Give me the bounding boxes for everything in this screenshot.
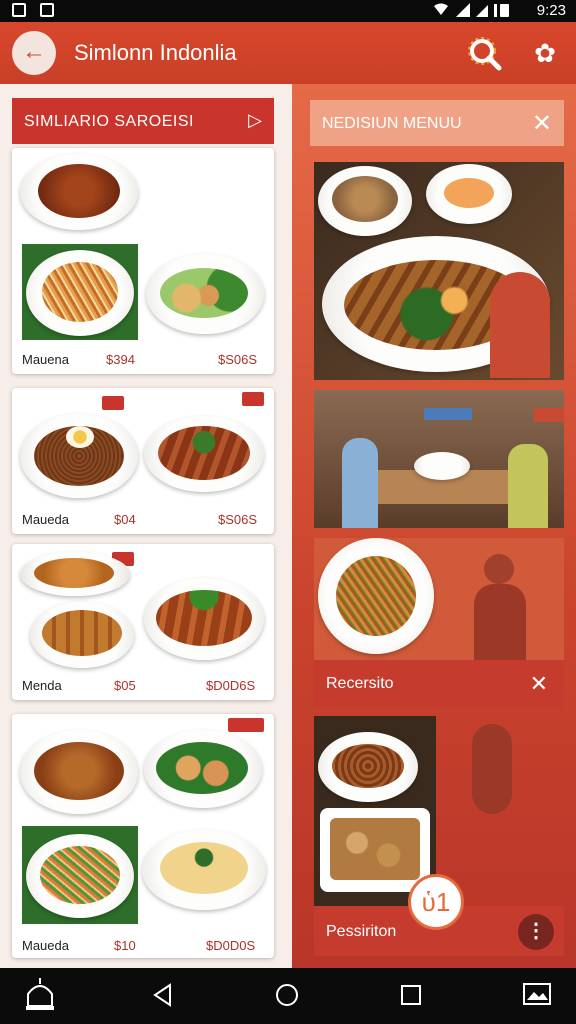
menu-header: NEDISIUN MENUU ✕	[310, 100, 564, 146]
dish-name: Mauena	[22, 352, 69, 367]
person-silhouette	[472, 724, 512, 814]
gallery-icon	[40, 3, 54, 17]
notification-icon	[12, 3, 26, 17]
nav-bar	[0, 968, 576, 1024]
dish-price-alt: $S06S	[218, 512, 258, 527]
play-icon: ▷	[248, 110, 262, 130]
dish-image	[144, 578, 264, 660]
recents-nav-icon[interactable]	[398, 982, 424, 1008]
dish-name: Menda	[22, 678, 62, 693]
gear-icon: ✿	[534, 38, 556, 68]
signal-icons	[434, 3, 509, 17]
food-card[interactable]: Mauena $394 $S06S	[12, 148, 274, 374]
dish-name: Maueda	[22, 512, 69, 527]
add-button[interactable]: ὑ1	[408, 874, 464, 930]
dish-price: $394	[106, 352, 135, 367]
more-vert-icon: ⋮	[526, 920, 546, 942]
dish-price-alt: $S06S	[218, 352, 258, 367]
dish-image	[142, 830, 266, 910]
dish-image	[20, 730, 138, 814]
app-title: Simlonn Indonlia	[74, 40, 237, 65]
badge	[102, 396, 124, 410]
dish-image	[20, 414, 138, 498]
settings-button[interactable]: ✿	[532, 40, 558, 66]
dish-image	[20, 154, 138, 230]
food-card[interactable]: Maueda $04 $S06S	[12, 388, 274, 534]
banner-label: Recersito	[326, 675, 394, 692]
close-icon[interactable]: ✕	[530, 671, 548, 697]
dish-price: $04	[114, 512, 136, 527]
person-silhouette	[470, 554, 530, 674]
status-bar: 9:23	[0, 0, 576, 22]
right-panel: NEDISIUN MENUU ✕ Recersito ✕ Pessiriton	[292, 84, 576, 968]
menu-title: NEDISIUN MENUU	[322, 115, 462, 132]
home-nav-icon[interactable]	[274, 982, 300, 1008]
search-icon	[468, 37, 502, 71]
back-button[interactable]: ←	[12, 31, 56, 75]
dish-image	[22, 244, 138, 340]
banner-label: Pessiriton	[326, 923, 397, 940]
dish-name: Maueda	[22, 938, 69, 953]
dish-price: $10	[114, 938, 136, 953]
left-panel: SIMLIARIO SAROEISI ▷ Mauena $394 $S06S M…	[0, 84, 292, 968]
badge	[242, 392, 264, 406]
more-button[interactable]: ⋮	[518, 914, 554, 950]
back-nav-icon[interactable]	[150, 982, 176, 1008]
restaurant-photo[interactable]	[314, 390, 564, 528]
gallery-nav-icon[interactable]	[522, 980, 552, 1008]
dish-image	[146, 254, 264, 334]
app-bar: ← Simlonn Indonlia ✿	[0, 22, 576, 84]
menu-photo[interactable]	[314, 716, 436, 906]
menu-banner[interactable]: Recersito ✕	[314, 660, 564, 708]
dish-image	[22, 826, 138, 924]
dish-price-alt: $D0D6S	[206, 678, 256, 693]
close-icon[interactable]: ✕	[532, 109, 552, 138]
dish-image	[30, 602, 134, 668]
badge	[228, 718, 264, 732]
arrow-left-icon: ←	[22, 38, 46, 65]
food-card[interactable]: Maueda $10 $D0D0S	[12, 714, 274, 958]
dish-price: $05	[114, 678, 136, 693]
dish-image	[20, 552, 130, 596]
section-header[interactable]: SIMLIARIO SAROEISI ▷	[12, 98, 274, 144]
dish-image	[144, 730, 262, 808]
leaf-icon: ὑ1	[421, 887, 451, 917]
clock: 9:23	[536, 2, 566, 19]
dish-image	[144, 416, 264, 492]
home-dome-icon[interactable]	[24, 976, 56, 1012]
dish-price-alt: $D0D0S	[206, 938, 256, 953]
menu-photo[interactable]	[314, 162, 564, 380]
section-title: SIMLIARIO SAROEISI	[24, 113, 194, 130]
food-card[interactable]: Menda $05 $D0D6S	[12, 544, 274, 700]
search-button[interactable]	[466, 35, 502, 71]
